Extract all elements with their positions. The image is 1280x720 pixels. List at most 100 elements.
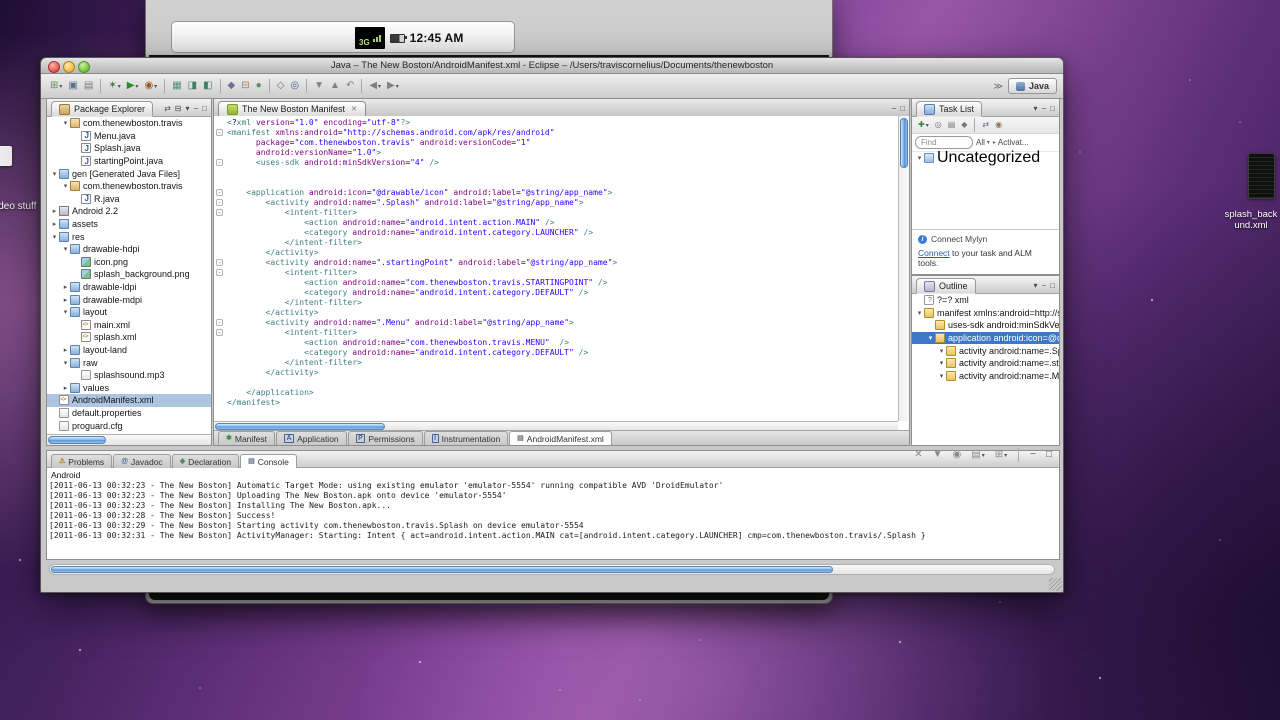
save-button[interactable]: ▣: [66, 77, 79, 95]
new-package-button[interactable]: ⊟: [239, 77, 251, 95]
manifest-tab-permissions[interactable]: P Permissions: [347, 431, 423, 445]
debug-button[interactable]: ✶ ▾: [106, 77, 122, 95]
code-line[interactable]: - <manifest xmlns:android="http://schemas…: [214, 128, 898, 138]
editor-tab-the-new-boston-manifest[interactable]: The New Boston Manifest ✕: [218, 101, 366, 117]
new-android-project-button[interactable]: ▦: [170, 77, 183, 95]
fold-marker[interactable]: -: [216, 329, 223, 337]
code-line[interactable]: <category android:name="android.intent.c…: [214, 288, 898, 298]
last-edit-location-button[interactable]: ↶: [344, 77, 356, 95]
tree-item-menu-java[interactable]: Menu.java: [47, 130, 211, 143]
code-line[interactable]: <action android:name="com.thenewboston.t…: [214, 338, 898, 348]
minimize-view-button[interactable]: −: [1041, 104, 1046, 113]
code-line[interactable]: </manifest>: [214, 398, 898, 408]
back-button[interactable]: ◀ ▾: [367, 77, 383, 95]
manifest-tab-manifest[interactable]: ✱ Manifest: [218, 431, 275, 445]
new-wizard-button[interactable]: ⊞ ▾: [48, 77, 64, 95]
scrollbar-thumb[interactable]: [48, 436, 106, 444]
link-with-editor-button[interactable]: ⇄: [164, 104, 171, 113]
code-line[interactable]: <?xml version="1.0" encoding="utf-8"?>: [214, 118, 898, 128]
maximize-view-button[interactable]: □: [202, 104, 207, 113]
disclosure-triangle[interactable]: ▸: [50, 220, 59, 228]
code-line[interactable]: [214, 168, 898, 178]
task-find-input[interactable]: [915, 136, 973, 149]
code-line[interactable]: <category android:name="android.intent.c…: [214, 228, 898, 238]
minimize-view-button[interactable]: −: [1041, 281, 1046, 290]
code-line[interactable]: - <activity android:name=".Menu" android…: [214, 318, 898, 328]
code-line[interactable]: <action android:name="com.thenewboston.t…: [214, 278, 898, 288]
tree-item-splashsound-mp3[interactable]: splashsound.mp3: [47, 369, 211, 382]
desktop-icon-label-splash-background[interactable]: splash_back und.xml: [1222, 209, 1280, 231]
outline-item-activity-android-name-spl[interactable]: ▾activity android:name=.Spl...: [912, 344, 1059, 357]
new-class-button[interactable]: ●: [254, 77, 264, 95]
tree-item-layout-land[interactable]: ▸ layout-land: [47, 344, 211, 357]
code-line[interactable]: </application>: [214, 388, 898, 398]
disclosure-triangle[interactable]: ▸: [61, 346, 70, 354]
code-line[interactable]: <category android:name="android.intent.c…: [214, 348, 898, 358]
disclosure-triangle[interactable]: ▸: [61, 296, 70, 304]
tree-item-splash-java[interactable]: Splash.java: [47, 142, 211, 155]
next-annotation-button[interactable]: ▼: [312, 77, 326, 95]
code-line[interactable]: <action android:name="android.intent.act…: [214, 218, 898, 228]
disclosure-triangle[interactable]: ▾: [937, 359, 946, 367]
new-java-project-button[interactable]: ◆: [226, 77, 238, 95]
fold-marker[interactable]: -: [216, 319, 223, 327]
tree-item-assets[interactable]: ▸ assets: [47, 218, 211, 231]
code-line[interactable]: - <intent-filter>: [214, 328, 898, 338]
clear-console-button[interactable]: ✕: [912, 446, 924, 464]
new-task-button[interactable]: ✚ ▾: [916, 119, 931, 132]
code-line[interactable]: </intent-filter>: [214, 298, 898, 308]
task-category-uncategorized[interactable]: ▾ Uncategorized: [912, 149, 1059, 166]
tree-item-r-java[interactable]: R.java: [47, 193, 211, 206]
display-selected-console-button[interactable]: ▤ ▾: [969, 446, 986, 464]
code-line[interactable]: - <intent-filter>: [214, 208, 898, 218]
minimize-editor-button[interactable]: −: [891, 104, 896, 113]
tab-javadoc[interactable]: @ Javadoc: [113, 454, 171, 468]
code-line[interactable]: </activity>: [214, 368, 898, 378]
manifest-tab-application[interactable]: A Application: [276, 431, 347, 445]
perspective-chevron-icon[interactable]: ≫: [994, 81, 1003, 92]
tree-item-com-thenewboston-travis[interactable]: ▾ com.thenewboston.travis: [47, 117, 211, 130]
disclosure-triangle[interactable]: ▾: [50, 170, 59, 178]
maximize-view-button[interactable]: □: [1050, 281, 1055, 290]
tree-item-layout[interactable]: ▾ layout: [47, 306, 211, 319]
disclosure-triangle[interactable]: ▸: [50, 207, 59, 215]
activate-dropdown[interactable]: ▸ Activat...: [993, 138, 1029, 147]
desktop-icon-label-video-stuff[interactable]: ideo stuff: [0, 201, 36, 212]
disclosure-triangle[interactable]: ▾: [915, 309, 924, 317]
hide-completed-tasks-button[interactable]: ◎: [933, 119, 944, 132]
fold-marker[interactable]: -: [216, 189, 223, 197]
tree-item-splash-background-png[interactable]: splash_background.png: [47, 268, 211, 281]
view-menu-button[interactable]: ▾: [1033, 281, 1037, 290]
previous-annotation-button[interactable]: ▲: [328, 77, 342, 95]
window-minimize-button[interactable]: [63, 60, 75, 73]
android-virtual-device-manager-button[interactable]: ◧: [201, 77, 214, 95]
fold-marker[interactable]: -: [216, 159, 223, 167]
minimize-view-button[interactable]: −: [193, 104, 198, 113]
code-line[interactable]: - <uses-sdk android:minSdkVersion="4" />: [214, 158, 898, 168]
maximize-editor-button[interactable]: □: [900, 104, 905, 113]
fold-marker[interactable]: -: [216, 269, 223, 277]
disclosure-triangle[interactable]: ▾: [61, 245, 70, 253]
tree-item-startingpoint-java[interactable]: startingPoint.java: [47, 155, 211, 168]
minimize-view-button[interactable]: −: [1028, 446, 1038, 464]
tree-item-gen-generated-java-files[interactable]: ▾ gen [Generated Java Files]: [47, 167, 211, 180]
window-close-button[interactable]: [48, 60, 60, 73]
fold-marker[interactable]: -: [216, 209, 223, 217]
tree-item-drawable-ldpi[interactable]: ▸ drawable-ldpi: [47, 281, 211, 294]
outline-item-uses-sdk-android-minsdkversio[interactable]: uses-sdk android:minSdkVersio...: [912, 319, 1059, 332]
outline-item-application-android-icon-dr[interactable]: ▾application android:icon=@dr...: [912, 331, 1059, 345]
disclosure-triangle[interactable]: ▾: [61, 308, 70, 316]
manifest-tab-androidmanifest-xml[interactable]: ▤ AndroidManifest.xml: [509, 431, 612, 445]
scrollbar-thumb[interactable]: [215, 423, 385, 430]
scrollbar-thumb[interactable]: [900, 118, 908, 168]
disclosure-triangle[interactable]: ▾: [61, 182, 70, 190]
external-tools-button[interactable]: ◉ ▾: [142, 77, 159, 95]
disclosure-triangle[interactable]: ▸: [61, 283, 70, 291]
tree-item-res[interactable]: ▾ res: [47, 230, 211, 243]
fold-marker[interactable]: -: [216, 199, 223, 207]
disclosure-triangle[interactable]: ▾: [50, 233, 59, 241]
desktop-icon-splash-background-file[interactable]: [1248, 153, 1275, 199]
disclosure-triangle[interactable]: ▸: [61, 384, 70, 392]
code-line[interactable]: - <intent-filter>: [214, 268, 898, 278]
java-perspective-button[interactable]: Java: [1007, 78, 1057, 94]
